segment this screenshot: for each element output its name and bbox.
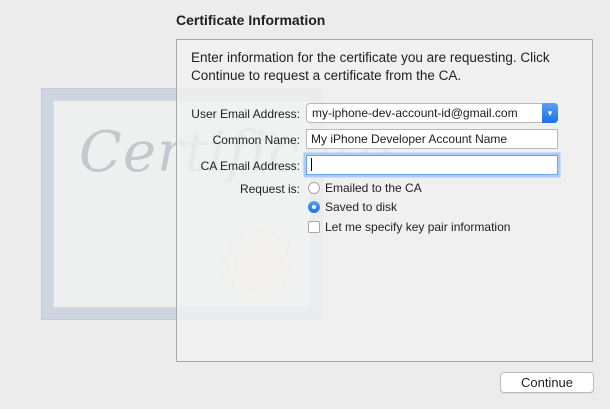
request-is-label: Request is: — [239, 182, 300, 196]
radio-saved-label[interactable]: Saved to disk — [325, 200, 397, 214]
radio-saved-to-disk[interactable] — [308, 201, 320, 213]
page-title: Certificate Information — [176, 12, 326, 28]
user-email-value: my-iphone-dev-account-id@gmail.com — [312, 106, 518, 120]
user-email-label: User Email Address: — [191, 107, 300, 121]
radio-emailed-label[interactable]: Emailed to the CA — [325, 181, 422, 195]
continue-button[interactable]: Continue — [500, 372, 594, 393]
user-email-popup[interactable]: my-iphone-dev-account-id@gmail.com ▾ — [306, 103, 558, 123]
intro-text: Enter information for the certificate yo… — [191, 50, 550, 83]
common-name-label: Common Name: — [212, 133, 300, 147]
common-name-field[interactable]: My iPhone Developer Account Name — [306, 129, 558, 149]
chevron-updown-icon[interactable]: ▾ — [542, 103, 558, 123]
common-name-value: My iPhone Developer Account Name — [311, 132, 508, 146]
text-caret — [311, 158, 312, 172]
key-pair-checkbox[interactable] — [308, 221, 320, 233]
key-pair-label[interactable]: Let me specify key pair information — [325, 220, 510, 234]
ca-email-field[interactable] — [306, 155, 558, 175]
ca-email-label: CA Email Address: — [200, 159, 300, 173]
radio-emailed-to-ca[interactable] — [308, 182, 320, 194]
